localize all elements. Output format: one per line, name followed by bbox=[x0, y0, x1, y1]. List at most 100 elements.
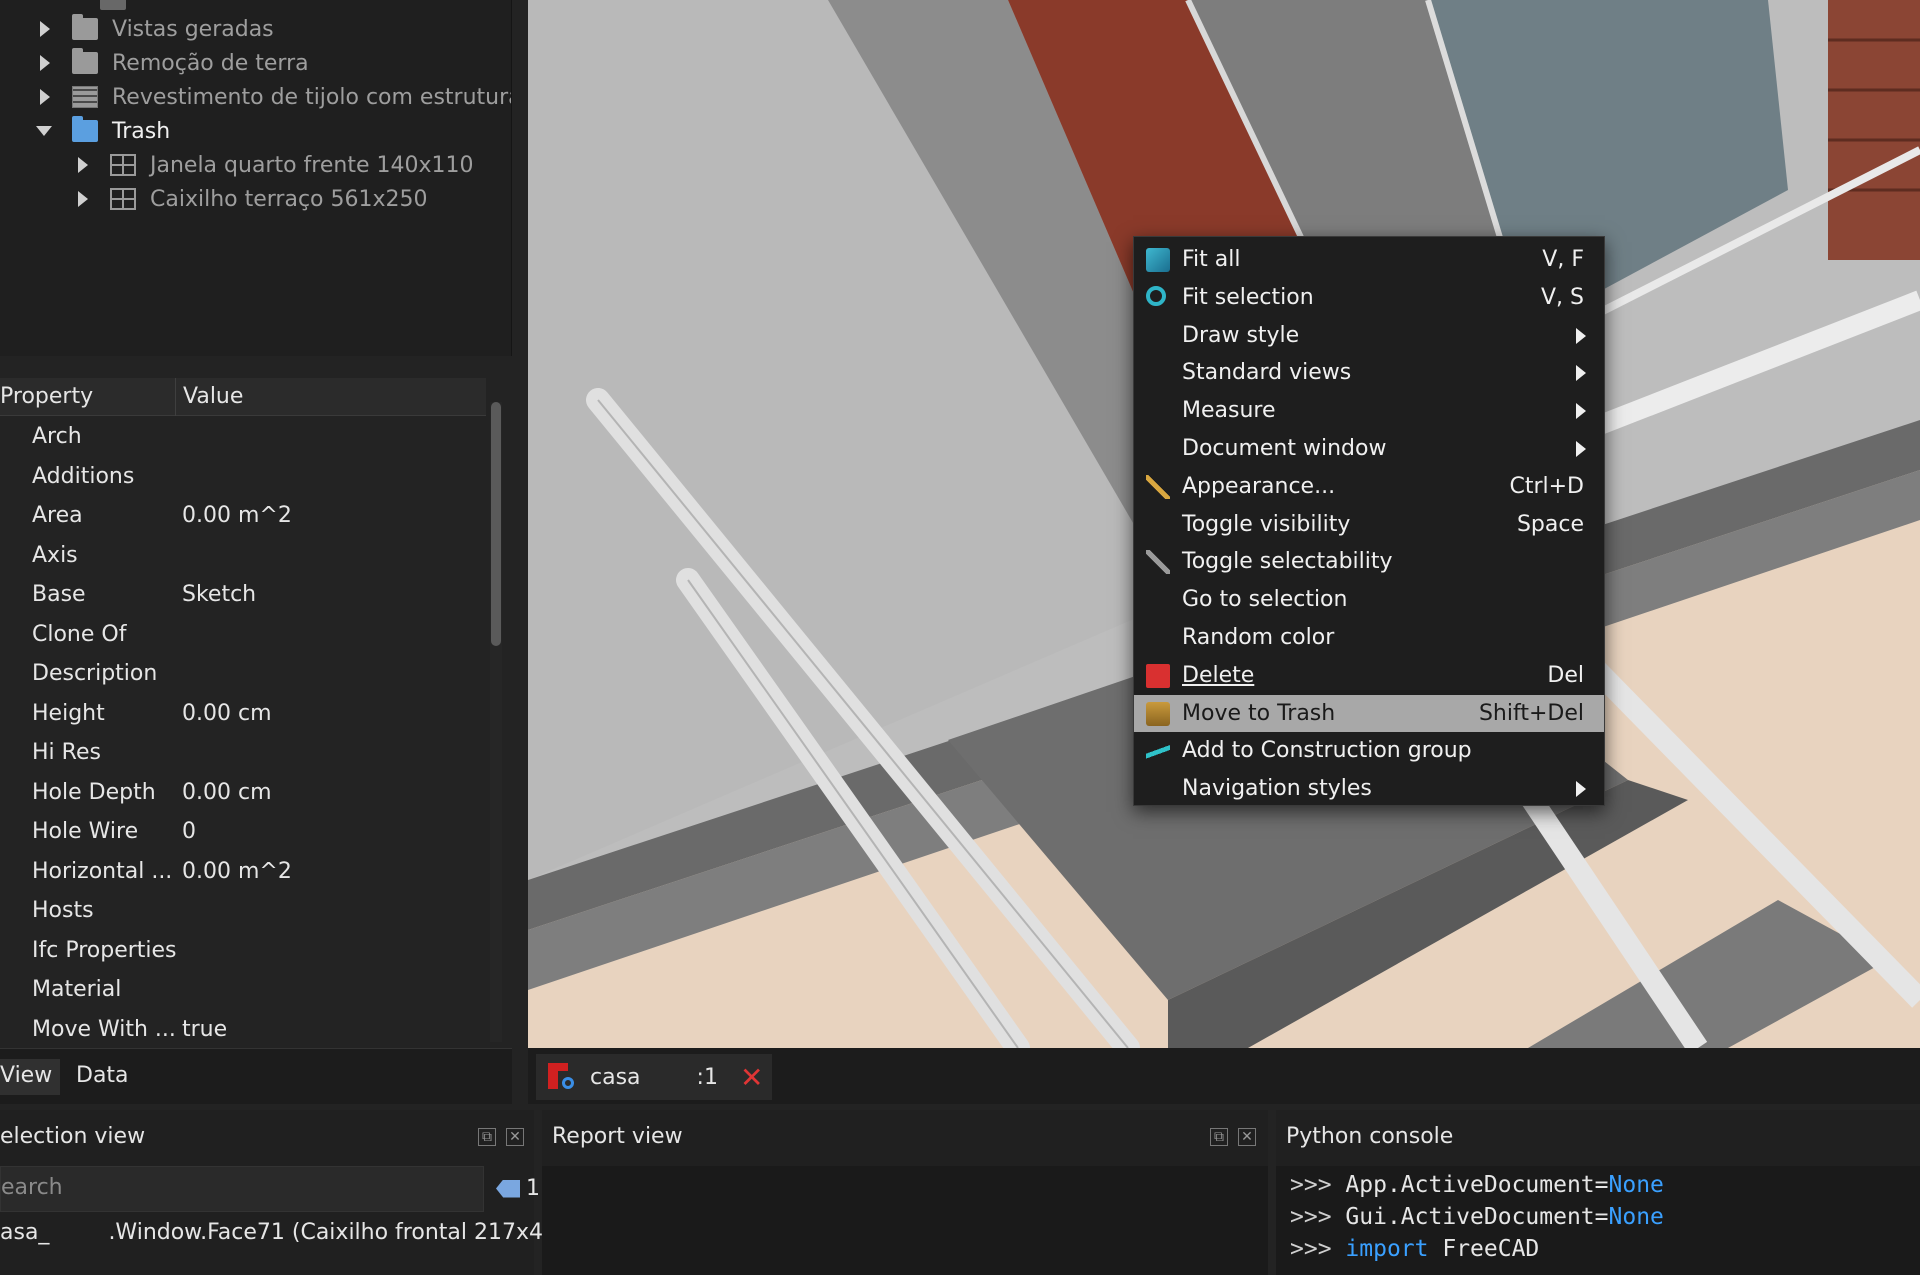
property-row-material[interactable]: Material bbox=[0, 971, 486, 1010]
scrollbar-thumb[interactable] bbox=[491, 402, 501, 646]
document-tab-casa[interactable]: casa :1 ✕ bbox=[536, 1054, 772, 1100]
menu-item-standard-views[interactable]: Standard views bbox=[1134, 354, 1604, 392]
property-name: Base bbox=[32, 582, 86, 607]
console-line: >>> Gui.ActiveDocument=None bbox=[1290, 1204, 1920, 1236]
expand-arrow-icon[interactable] bbox=[78, 157, 88, 173]
menu-item-label: Document window bbox=[1182, 435, 1387, 461]
property-value: Sketch bbox=[182, 582, 257, 607]
menu-item-draw-style[interactable]: Draw style bbox=[1134, 317, 1604, 355]
menu-item-appearance[interactable]: Appearance... Ctrl+D bbox=[1134, 468, 1604, 506]
property-name: Hosts bbox=[32, 898, 94, 923]
tree-item-janela-quarto[interactable]: Janela quarto frente 140x110 bbox=[78, 148, 474, 182]
property-scrollbar[interactable] bbox=[490, 402, 502, 1042]
property-row-arch[interactable]: Arch bbox=[0, 418, 486, 457]
expand-arrow-icon[interactable] bbox=[40, 21, 50, 37]
property-value: true bbox=[182, 1016, 228, 1042]
console-code: Gui.ActiveDocument= bbox=[1345, 1204, 1609, 1230]
menu-item-delete[interactable]: Delete Del bbox=[1134, 657, 1604, 695]
tree-item-revestimento[interactable]: Revestimento de tijolo com estrutura bbox=[40, 80, 512, 114]
console-keyword: import bbox=[1345, 1236, 1429, 1262]
report-view-panel: Report view ⧉ ✕ bbox=[542, 1110, 1268, 1275]
close-tab-icon[interactable]: ✕ bbox=[740, 1061, 763, 1094]
float-icon[interactable]: ⧉ bbox=[1210, 1128, 1228, 1146]
property-row-hole-depth[interactable]: Hole Depth 0.00 cm bbox=[0, 774, 486, 813]
selected-item-text: .Window.Face71 (Caixilho frontal 217x480… bbox=[108, 1220, 580, 1245]
report-output[interactable] bbox=[542, 1166, 1268, 1275]
dock-buttons: ⧉ ✕ bbox=[1210, 1128, 1256, 1146]
model-tree[interactable]: Vistas geradas Remoção de terra Revestim… bbox=[0, 0, 512, 356]
selected-item[interactable]: asa_ .Window.Face71 (Caixilho frontal 21… bbox=[0, 1220, 580, 1245]
selection-count: 1 bbox=[526, 1176, 540, 1201]
tree-item-remocao-de-terra[interactable]: Remoção de terra bbox=[40, 46, 309, 80]
selection-search-input[interactable]: earch bbox=[0, 1166, 484, 1212]
folder-blue-icon bbox=[72, 116, 98, 142]
menu-item-document-window[interactable]: Document window bbox=[1134, 430, 1604, 468]
property-row-height[interactable]: Height 0.00 cm bbox=[0, 695, 486, 734]
expand-arrow-icon[interactable] bbox=[40, 89, 50, 105]
property-row-description[interactable]: Description bbox=[0, 655, 486, 694]
menu-item-shortcut: Ctrl+D bbox=[1509, 473, 1584, 499]
menu-item-label: Add to Construction group bbox=[1182, 738, 1472, 764]
property-name: Area bbox=[32, 503, 83, 528]
property-row-axis[interactable]: Axis bbox=[0, 537, 486, 576]
menu-item-navigation-styles[interactable]: Navigation styles bbox=[1134, 770, 1604, 808]
trash-box-icon bbox=[1146, 701, 1170, 726]
construction-icon bbox=[1146, 739, 1170, 764]
console-keyword: None bbox=[1608, 1204, 1664, 1230]
property-row-hole-wire[interactable]: Hole Wire 0 bbox=[0, 813, 486, 852]
property-column-header[interactable]: Property bbox=[0, 384, 93, 409]
menu-item-fit-all[interactable]: Fit all V, F bbox=[1134, 241, 1604, 279]
tree-item-label: Revestimento de tijolo com estrutura bbox=[112, 84, 512, 110]
float-icon[interactable]: ⧉ bbox=[478, 1128, 496, 1146]
menu-item-add-to-construction-group[interactable]: Add to Construction group bbox=[1134, 732, 1604, 770]
tree-item-caixilho-terraco[interactable]: Caixilho terraço 561x250 bbox=[78, 182, 428, 216]
tab-view[interactable]: View bbox=[0, 1059, 61, 1095]
value-column-header[interactable]: Value bbox=[183, 384, 243, 409]
property-row-ifc-properties[interactable]: Ifc Properties bbox=[0, 932, 486, 971]
selection-view-title: election view bbox=[0, 1124, 146, 1149]
menu-item-toggle-selectability[interactable]: Toggle selectability bbox=[1134, 543, 1604, 581]
column-separator[interactable] bbox=[175, 378, 176, 416]
menu-item-toggle-visibility[interactable]: Toggle visibility Space bbox=[1134, 506, 1604, 544]
console-code: App.ActiveDocument= bbox=[1345, 1172, 1609, 1198]
expand-arrow-icon[interactable] bbox=[78, 191, 88, 207]
document-tab-suffix: :1 bbox=[696, 1064, 718, 1090]
property-row-additions[interactable]: Additions bbox=[0, 458, 486, 497]
property-value: 0.00 cm bbox=[182, 779, 272, 805]
python-console-output[interactable]: >>> App.ActiveDocument= None >>> Gui.Acti… bbox=[1276, 1166, 1920, 1275]
property-row-horizontal[interactable]: Horizontal ... 0.00 m^2 bbox=[0, 853, 486, 892]
close-icon[interactable]: ✕ bbox=[1238, 1128, 1256, 1146]
close-icon[interactable]: ✕ bbox=[506, 1128, 524, 1146]
tab-data[interactable]: Data bbox=[68, 1059, 137, 1095]
property-name: Hole Depth bbox=[32, 779, 156, 805]
property-row-move-with[interactable]: Move With ... true bbox=[0, 1011, 486, 1050]
clear-selection-button[interactable]: 1 bbox=[496, 1176, 540, 1201]
expand-arrow-icon[interactable] bbox=[40, 55, 50, 71]
tree-item-label: Remoção de terra bbox=[112, 50, 309, 76]
menu-item-random-color[interactable]: Random color bbox=[1134, 619, 1604, 657]
property-name: Height bbox=[32, 700, 105, 726]
console-prompt: >>> bbox=[1290, 1236, 1332, 1262]
menu-item-measure[interactable]: Measure bbox=[1134, 392, 1604, 430]
collapse-arrow-icon[interactable] bbox=[36, 126, 52, 136]
tree-item-label: Janela quarto frente 140x110 bbox=[150, 152, 474, 178]
submenu-arrow-icon bbox=[1576, 365, 1586, 382]
backspace-icon bbox=[496, 1179, 520, 1198]
property-name: Hi Res bbox=[32, 740, 101, 765]
menu-item-go-to-selection[interactable]: Go to selection bbox=[1134, 581, 1604, 619]
fit-all-icon bbox=[1146, 248, 1170, 272]
menu-item-label: Appearance... bbox=[1182, 473, 1336, 499]
property-row-hosts[interactable]: Hosts bbox=[0, 892, 486, 931]
property-row-hi-res[interactable]: Hi Res bbox=[0, 734, 486, 773]
window-icon bbox=[110, 154, 136, 176]
tree-item-trash[interactable]: Trash bbox=[36, 114, 170, 148]
property-editor[interactable]: Property Value Arch Additions Area 0.00 m… bbox=[0, 362, 512, 1048]
menu-item-move-to-trash[interactable]: Move to Trash Shift+Del bbox=[1134, 694, 1604, 733]
tree-item-vistas-geradas[interactable]: Vistas geradas bbox=[40, 12, 274, 46]
python-console-panel: Python console >>> App.ActiveDocument=No… bbox=[1276, 1110, 1920, 1275]
property-row-base[interactable]: Base Sketch bbox=[0, 576, 486, 615]
property-row-clone-of[interactable]: Clone Of bbox=[0, 616, 486, 655]
property-row-area[interactable]: Area 0.00 m^2 bbox=[0, 497, 486, 536]
menu-item-fit-selection[interactable]: Fit selection V, S bbox=[1134, 279, 1604, 317]
submenu-arrow-icon bbox=[1576, 327, 1586, 344]
